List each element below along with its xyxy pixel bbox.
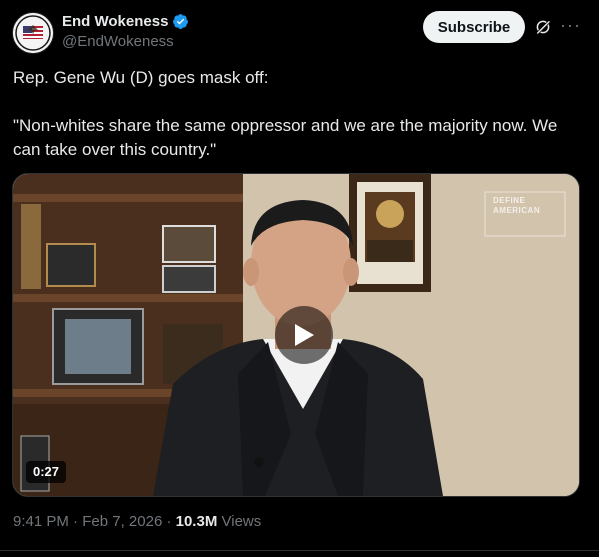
views-count: 10.3M (175, 513, 218, 530)
play-button[interactable] (275, 306, 333, 364)
video-player[interactable]: DEFINE AMERICAN 0:27 (12, 173, 580, 497)
tweet-line-2: "Non-whites share the same oppressor and… (13, 116, 558, 159)
watermark: DEFINE AMERICAN (493, 196, 540, 216)
tweet-time[interactable]: 9:41 PM (13, 513, 69, 530)
meta-separator: · (73, 513, 79, 530)
video-duration: 0:27 (26, 461, 67, 483)
views-label: Views (221, 513, 262, 530)
divider (0, 550, 599, 551)
author-names: End Wokeness @EndWokeness (62, 13, 189, 50)
avatar[interactable] (12, 12, 54, 54)
watermark-line-1: DEFINE (493, 196, 526, 205)
display-name[interactable]: End Wokeness (62, 13, 189, 30)
tweet-line-1: Rep. Gene Wu (D) goes mask off: (13, 68, 269, 87)
tweet-header: End Wokeness @EndWokeness Subscribe ··· (12, 10, 587, 54)
verified-badge-icon[interactable] (172, 13, 189, 30)
meta-separator: · (166, 513, 172, 530)
watermark-line-2: AMERICAN (493, 206, 541, 215)
tweet-text: Rep. Gene Wu (D) goes mask off: "Non-whi… (13, 66, 583, 162)
flag-eagle-avatar-icon (13, 13, 53, 53)
tweet-meta: 9:41 PM · Feb 7, 2026 · 10.3M Views (13, 513, 261, 530)
tweet-date[interactable]: Feb 7, 2026 (82, 513, 162, 530)
handle[interactable]: @EndWokeness (62, 33, 189, 50)
play-icon (295, 324, 314, 346)
more-icon[interactable]: ··· (560, 16, 580, 36)
subscribe-button[interactable]: Subscribe (423, 11, 525, 43)
grok-icon[interactable] (534, 18, 552, 36)
display-name-text: End Wokeness (62, 13, 169, 30)
